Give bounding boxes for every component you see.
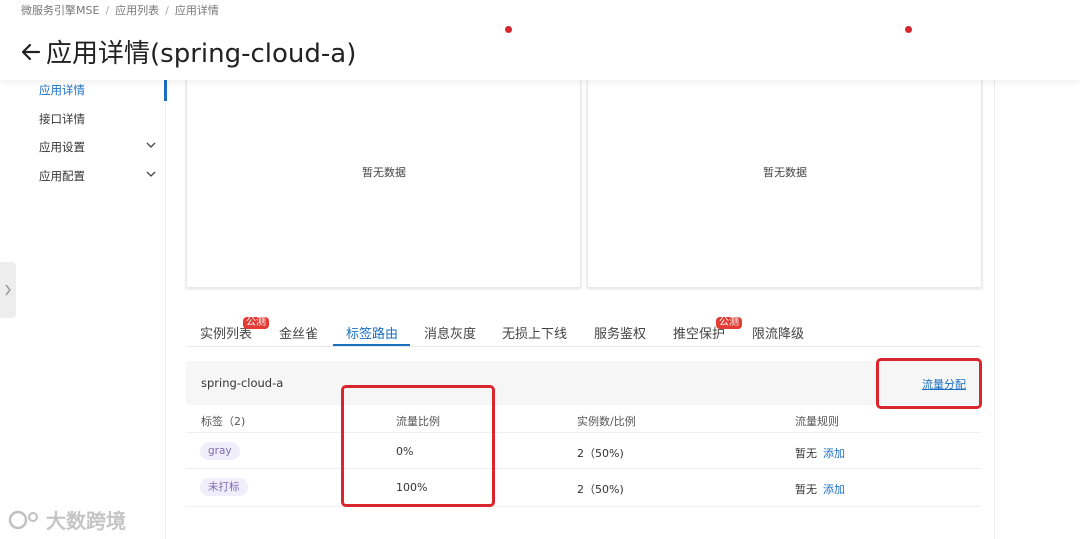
highlight-box-traffic-allocation xyxy=(876,358,982,409)
add-rule-link[interactable]: 添加 xyxy=(823,445,845,461)
watermark-logo-icon xyxy=(8,510,38,529)
add-rule-link[interactable]: 添加 xyxy=(823,481,845,497)
tab-divider xyxy=(186,346,981,347)
active-tab-underline xyxy=(333,344,410,346)
column-header-instances: 实例数/比例 xyxy=(577,415,636,428)
marker-dot xyxy=(505,26,512,33)
page-header: 微服务引擎MSE / 应用列表 / 应用详情 应用详情(spring-cloud-a) xyxy=(0,0,1080,80)
chart-panel-right: 暂无数据 xyxy=(587,80,982,288)
sidebar: 应用详情 接口详情 应用设置 应用配置 xyxy=(22,80,167,539)
row-divider xyxy=(186,468,981,469)
instances-cell: 2（50%) xyxy=(577,483,624,496)
service-name: spring-cloud-a xyxy=(201,376,284,390)
service-card-header: spring-cloud-a 流量分配 xyxy=(186,361,981,405)
back-arrow-icon[interactable] xyxy=(20,41,42,63)
row-divider xyxy=(186,506,981,507)
page-title: 应用详情(spring-cloud-a) xyxy=(46,39,357,69)
watermark-logo: 大数跨境 xyxy=(6,505,126,534)
chevron-down-icon[interactable] xyxy=(146,140,156,150)
chevron-down-icon[interactable] xyxy=(146,169,156,179)
sidebar-item-app-settings[interactable]: 应用设置 xyxy=(39,139,85,155)
tab-tag-routing[interactable]: 标签路由 xyxy=(346,323,398,342)
tag-pill-untagged: 未打标 xyxy=(200,478,248,496)
rule-status-cell: 暂无 xyxy=(795,483,817,496)
empty-state-text: 暂无数据 xyxy=(362,166,406,179)
sidebar-item-interface-detail[interactable]: 接口详情 xyxy=(39,111,85,127)
marker-dot xyxy=(905,26,912,33)
sidebar-active-indicator xyxy=(164,80,167,101)
column-header-traffic-rule: 流量规则 xyxy=(795,415,839,428)
sidebar-item-app-detail[interactable]: 应用详情 xyxy=(39,82,85,98)
tab-service-auth[interactable]: 服务鉴权 xyxy=(594,323,646,342)
column-header-tag: 标签（2) xyxy=(201,415,246,428)
instances-cell: 2（50%) xyxy=(577,447,624,460)
tab-message-gray[interactable]: 消息灰度 xyxy=(424,323,476,342)
tab-lossless-online-offline[interactable]: 无损上下线 xyxy=(502,323,567,342)
chart-panel-left: 暂无数据 xyxy=(186,80,581,288)
highlight-box-traffic-ratio xyxy=(341,385,495,507)
tab-canary[interactable]: 金丝雀 xyxy=(279,323,318,342)
tag-pill-gray: gray xyxy=(200,442,240,460)
tab-rate-limit-degrade[interactable]: 限流降级 xyxy=(752,323,804,342)
empty-state-text: 暂无数据 xyxy=(763,166,807,179)
beta-badge: 公测 xyxy=(716,317,742,329)
breadcrumb-item-mse[interactable]: 微服务引擎MSE xyxy=(21,2,99,18)
row-divider xyxy=(186,432,981,433)
beta-badge: 公测 xyxy=(243,317,269,329)
breadcrumb-item-app-detail: 应用详情 xyxy=(174,4,219,17)
sidebar-item-app-config[interactable]: 应用配置 xyxy=(39,168,85,184)
rule-status-cell: 暂无 xyxy=(795,447,817,460)
breadcrumb: 微服务引擎MSE / 应用列表 / 应用详情 xyxy=(21,2,219,18)
breadcrumb-item-app-list[interactable]: 应用列表 xyxy=(115,2,159,18)
sidebar-collapse-handle[interactable] xyxy=(0,262,16,318)
content-right-border xyxy=(994,80,995,539)
chevron-right-icon xyxy=(5,284,11,296)
